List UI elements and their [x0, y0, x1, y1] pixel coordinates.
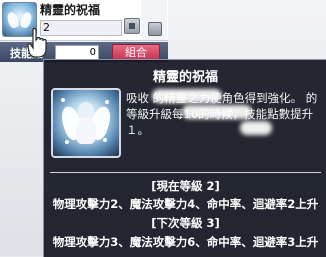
redacted-mark	[240, 121, 272, 135]
hand-cursor-icon	[27, 28, 47, 58]
tooltip-title: 精靈的祝福	[152, 70, 218, 85]
skill-name: 精靈的祝福	[40, 3, 101, 17]
current-level-effect: 物理攻擊力2、魔法攻擊力4、命中率、迴避率2上升	[52, 197, 319, 211]
divider	[50, 172, 321, 173]
redacted-mark	[182, 105, 252, 119]
next-level-effect: 物理攻擊力3、魔法攻擊力6、命中率、迴避率3上升	[52, 235, 319, 249]
scroll-button[interactable]	[148, 22, 162, 36]
angel-wings-icon	[51, 88, 121, 158]
next-level-header: [下次等級 3]	[151, 216, 220, 230]
skill-points-value: 0	[55, 45, 99, 60]
redacted-mark	[152, 89, 222, 103]
current-level-header: [現在等級 2]	[151, 179, 220, 193]
level-up-button[interactable]	[124, 18, 140, 34]
skill-tooltip: 精靈的祝福 吸收 的精靈之力使角色得到強化。 的等級升級每10的時候，技能點數提…	[43, 59, 326, 257]
skill-row[interactable]: 精靈的祝福 2	[0, 0, 168, 41]
skill-level: 2	[40, 20, 122, 36]
